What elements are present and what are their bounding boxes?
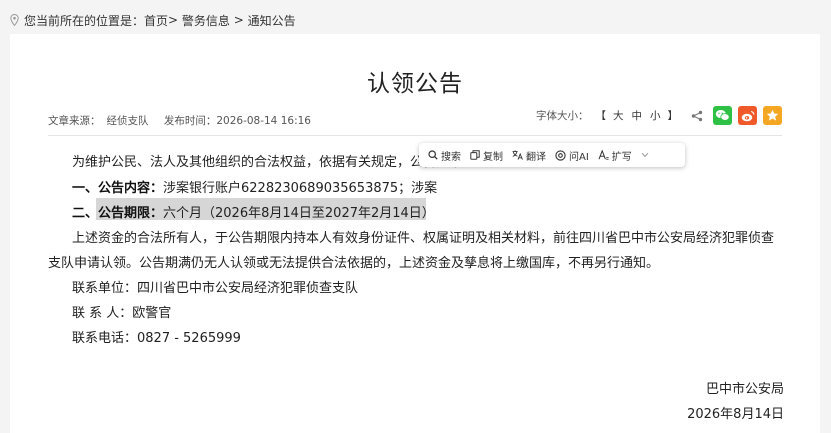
time-label: 发布时间： [163,115,217,127]
wechat-share-button[interactable] [713,106,732,125]
selection-toolbar: 搜索 复制 翻译 问AI 扩写 [419,143,685,167]
search-label: 搜索 [441,151,461,163]
translate-label: 翻译 [526,151,546,163]
copy-button[interactable]: 复制 [470,148,503,163]
favorite-button[interactable] [763,106,782,125]
ask-ai-label: 问AI [569,151,589,163]
copy-label: 复制 [483,151,503,163]
signature-date: 2026年8月14日 [687,407,784,422]
notice-item-period: 二、公告期限：六个月（2026年8月14日至2027年2月14日） [72,202,435,221]
breadcrumb-separator: > [229,13,248,27]
search-button[interactable]: 搜索 [428,148,461,163]
breadcrumb-separator: > [168,13,182,27]
expand-label: 扩写 [611,151,632,163]
expand-button[interactable]: 扩写 [598,148,632,163]
item1-text: 涉案银行账户6228230689035653875；涉案 [163,181,438,196]
translate-icon [512,150,523,160]
bracket-close: 】 [667,110,679,122]
breadcrumb-home[interactable]: 首页 [144,12,168,29]
article-title: 认领公告 [367,71,463,97]
weibo-share-button[interactable] [738,106,757,125]
source-value: 经侦支队 [106,115,149,127]
item2-label: 二、公告期限： [72,206,164,221]
wechat-icon [715,110,730,121]
article-card: 认领公告 文章来源： 经侦支队 发布时间：2026-08-14 16:16 字体大… [10,34,820,433]
claim-paragraph-line2: 支队申请认领。公告期满仍无人认领或无法提供合法依据的，上述资金及孳息将上缴国库，… [48,256,660,271]
breadcrumb: 您当前所在的位置是： 首页 > 警务信息 > 通知公告 [10,10,296,30]
star-icon [766,109,779,121]
time-value: 2026-08-14 16:16 [216,115,311,127]
signature-org: 巴中市公安局 [705,382,784,397]
ask-ai-button[interactable]: 问AI [555,148,589,163]
bracket-open: 【 [595,110,607,122]
article-meta: 文章来源： 经侦支队 发布时间：2026-08-14 16:16 字体大小： 【 … [48,105,782,136]
contact-unit: 联系单位：四川省巴中市公安局经济犯罪侦查支队 [72,281,359,296]
intro-paragraph: 为维护公民、法人及其他组织的合法权益，依据有关规定，公告如下。 [72,155,476,170]
ai-icon [555,149,566,161]
search-icon [428,150,438,160]
item2-text: 六个月（2026年8月14日至2027年2月14日） [163,206,435,221]
expand-write-icon [598,150,609,160]
copy-icon [470,150,480,160]
source-label: 文章来源： [48,115,101,127]
breadcrumb-current[interactable]: 通知公告 [248,12,296,29]
chevron-down-icon[interactable] [641,152,649,158]
contact-person: 联 系 人：欧警官 [72,306,172,321]
breadcrumb-section[interactable]: 警务信息 [182,12,230,29]
font-large-button[interactable]: 大 [613,108,624,123]
location-pin-icon [10,14,19,26]
notice-item-content: 一、公告内容：涉案银行账户6228230689035653875；涉案 [72,177,437,196]
breadcrumb-prefix: 您当前所在的位置是： [24,13,145,28]
font-size-label: 字体大小： [536,110,589,122]
font-small-button[interactable]: 小 [650,108,661,123]
font-medium-button[interactable]: 中 [632,108,643,123]
weibo-icon [741,110,754,121]
contact-phone: 联系电话：0827 - 5265999 [72,331,241,346]
item1-label: 一、公告内容： [72,181,164,196]
translate-button[interactable]: 翻译 [512,148,546,163]
font-size-control: 字体大小： 【 大 中 小 】 [536,106,782,125]
claim-paragraph-line1: 上述资金的合法所有人，于公告期限内持本人有效身份证件、权属证明及相关材料，前往四… [72,231,775,246]
share-icon[interactable] [691,110,703,122]
